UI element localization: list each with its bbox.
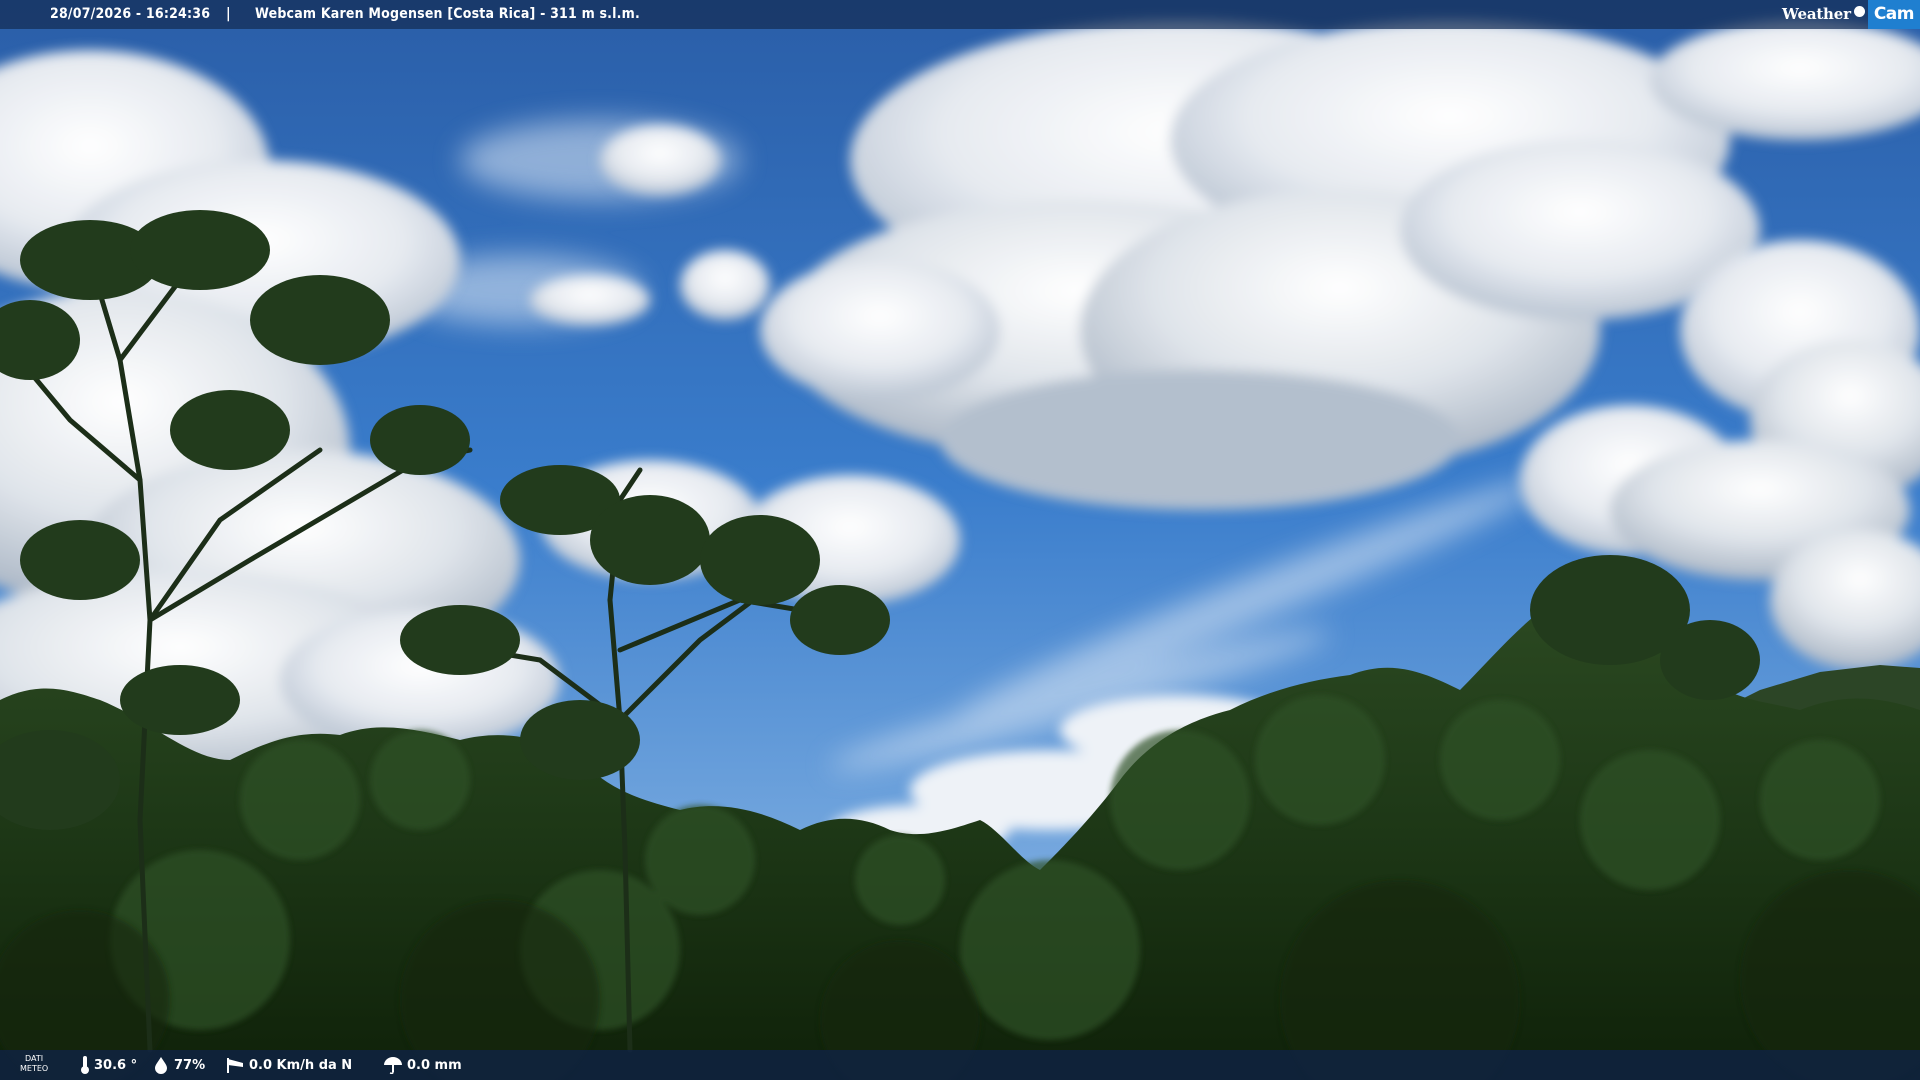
- separator: |: [226, 6, 231, 22]
- bottom-weather-bar: DATI METEO 30.6 ° 77% 0.0 Km/h da N 0.0 …: [0, 1050, 1920, 1080]
- wind-readout: 0.0 Km/h da N: [225, 1050, 352, 1080]
- droplet-icon: [155, 1057, 167, 1074]
- timestamp: 28/07/2026 - 16:24:36: [50, 6, 211, 22]
- logo-cam-text: Cam: [1867, 0, 1920, 29]
- weather-data-label: DATI METEO: [20, 1054, 48, 1074]
- wind-value: 0.0 Km/h da N: [249, 1057, 353, 1073]
- thermometer-icon: [81, 1056, 89, 1074]
- rain-readout: 0.0 mm: [383, 1050, 462, 1080]
- webcam-scene: [0, 0, 1920, 1080]
- wind-sock-icon: [227, 1058, 243, 1073]
- top-info-bar: 28/07/2026 - 16:24:36 | Webcam Karen Mog…: [0, 0, 1920, 29]
- weather-data-label-line2: METEO: [20, 1064, 49, 1073]
- logo-weather-text: Weather: [1782, 5, 1851, 23]
- logo-dot-icon: [1853, 6, 1865, 17]
- umbrella-icon: [384, 1057, 402, 1074]
- weathercam-logo: Weather Cam: [1782, 0, 1920, 29]
- temperature-readout: 30.6 °: [80, 1050, 137, 1080]
- rain-value: 0.0 mm: [407, 1057, 462, 1073]
- weather-data-label-line1: DATI: [25, 1054, 44, 1063]
- humidity-readout: 77%: [152, 1050, 205, 1080]
- webcam-title: Webcam Karen Mogensen [Costa Rica] - 311…: [255, 6, 640, 22]
- humidity-value: 77%: [174, 1057, 206, 1073]
- webcam-frame: 28/07/2026 - 16:24:36 | Webcam Karen Mog…: [0, 0, 1920, 1080]
- temperature-value: 30.6 °: [94, 1057, 138, 1073]
